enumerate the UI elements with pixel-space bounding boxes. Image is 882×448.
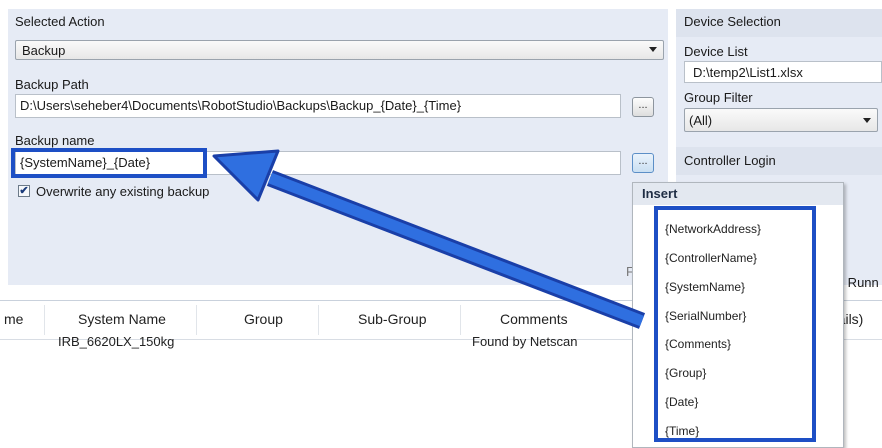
annotation-arrow-icon xyxy=(212,149,646,329)
